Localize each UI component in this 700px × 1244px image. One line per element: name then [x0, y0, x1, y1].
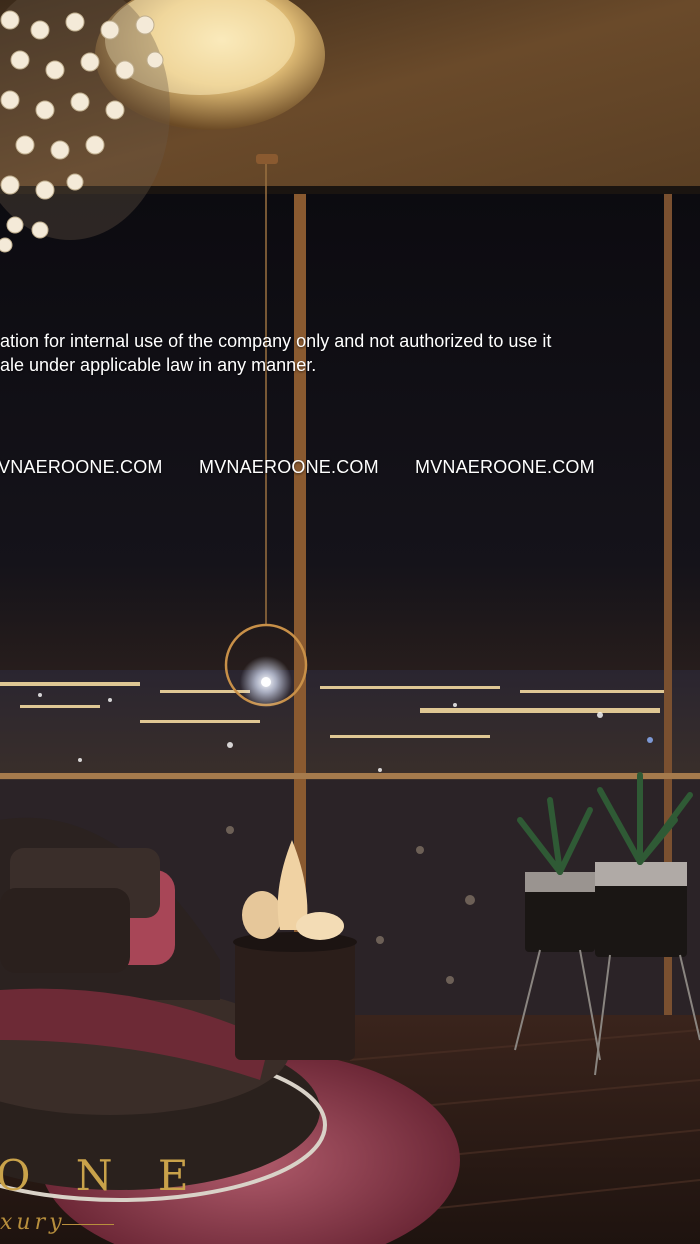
pillow-dark-2 — [0, 888, 130, 973]
disclaimer-line-2: ale under applicable law in any manner. — [0, 355, 317, 375]
brand-logo-text: O N E — [0, 1151, 205, 1200]
luxury-bedroom-night-view — [0, 0, 700, 1244]
glass-rail — [0, 773, 700, 779]
side-table — [235, 940, 355, 1060]
vase-round — [296, 912, 344, 940]
brand-tagline: xury — [0, 1210, 66, 1235]
window-night-sky — [0, 190, 700, 690]
vase-small — [242, 891, 282, 939]
watermark-text-3: MVNAEROONE.COM — [415, 457, 595, 477]
disclaimer-line-1: ation for internal use of the company on… — [0, 331, 552, 351]
watermark-text-2: MVNAEROONE.COM — [199, 457, 379, 477]
watermark-text-1: VNAEROONE.COM — [0, 457, 163, 477]
brand-divider — [62, 1224, 114, 1225]
